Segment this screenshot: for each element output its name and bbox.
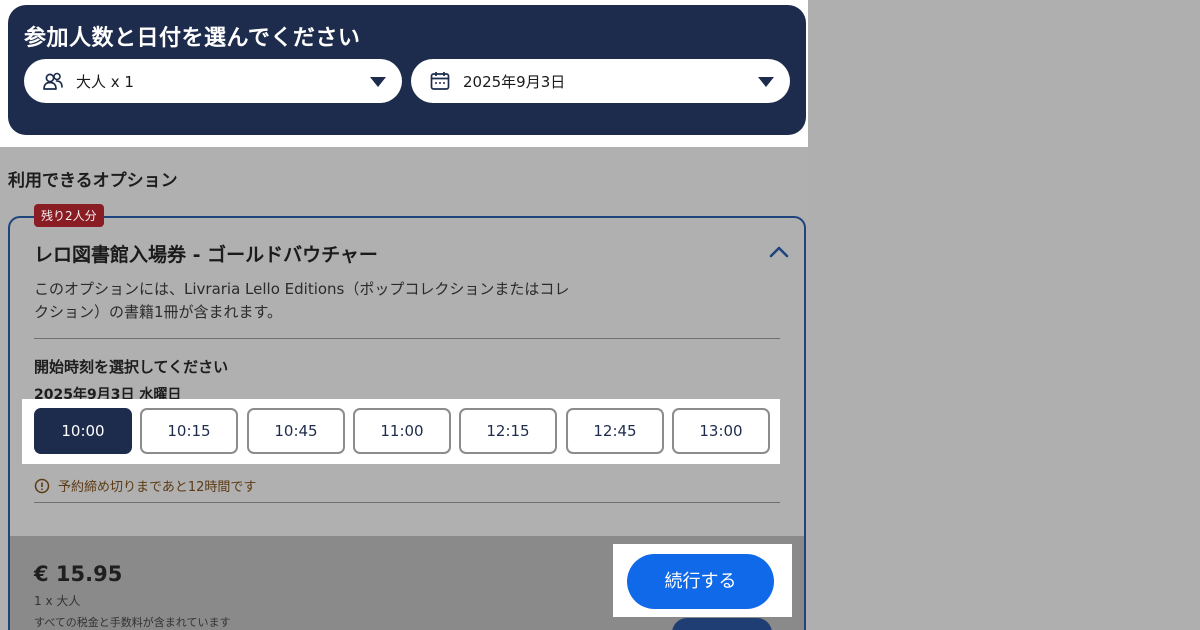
time-slot[interactable]: 10:15 <box>140 408 238 454</box>
calendar-icon <box>430 72 450 90</box>
participants-date-panel: 参加人数と日付を選んでください 大人 x 1 2025年9月3日 <box>8 5 806 135</box>
header-highlight: 参加人数と日付を選んでください 大人 x 1 2025年9月3日 <box>0 0 808 147</box>
time-slot[interactable]: 11:00 <box>353 408 451 454</box>
time-slot[interactable]: 10:45 <box>247 408 345 454</box>
continue-button[interactable]: 続行する <box>627 554 774 609</box>
price-value: € 15.95 <box>34 562 123 586</box>
deadline-text: 予約締め切りまであと12時間です <box>58 480 257 495</box>
chevron-up-icon[interactable] <box>768 244 790 260</box>
divider <box>34 502 780 503</box>
participants-dropdown[interactable]: 大人 x 1 <box>24 59 402 103</box>
continue-highlight: 続行する <box>613 544 792 617</box>
participants-value: 大人 x 1 <box>76 73 134 91</box>
date-value: 2025年9月3日 <box>463 73 566 91</box>
tax-note: すべての税金と手数料が含まれています <box>34 616 231 629</box>
option-description: このオプションには、Livraria Lello Editions（ポップコレク… <box>34 280 570 321</box>
deadline-notice: 予約締め切りまであと12時間です <box>34 476 256 495</box>
header-title: 参加人数と日付を選んでください <box>24 26 361 51</box>
date-dropdown[interactable]: 2025年9月3日 <box>411 59 790 103</box>
screen: 利用できるオプション レロ図書館入場券 - ゴールドバウチャー このオプションに… <box>0 0 1200 630</box>
time-slot-group: 10:00 10:15 10:45 11:00 12:15 12:45 13:0… <box>22 399 780 464</box>
caret-down-icon <box>370 77 386 87</box>
time-slot[interactable]: 12:15 <box>459 408 557 454</box>
button-shadow <box>672 618 772 630</box>
option-title: レロ図書館入場券 - ゴールドバウチャー <box>34 244 378 266</box>
time-slot[interactable]: 13:00 <box>672 408 770 454</box>
select-time-label: 開始時刻を選択してください <box>34 358 229 376</box>
info-icon <box>34 478 50 493</box>
time-slot[interactable]: 12:45 <box>566 408 664 454</box>
time-slot[interactable]: 10:00 <box>34 408 132 454</box>
people-icon <box>43 72 63 90</box>
options-section-title: 利用できるオプション <box>8 171 178 191</box>
divider <box>34 338 780 339</box>
remaining-spots-badge: 残り2人分 <box>34 204 104 227</box>
caret-down-icon <box>758 77 774 87</box>
quantity-summary: 1 x 大人 <box>34 594 81 608</box>
